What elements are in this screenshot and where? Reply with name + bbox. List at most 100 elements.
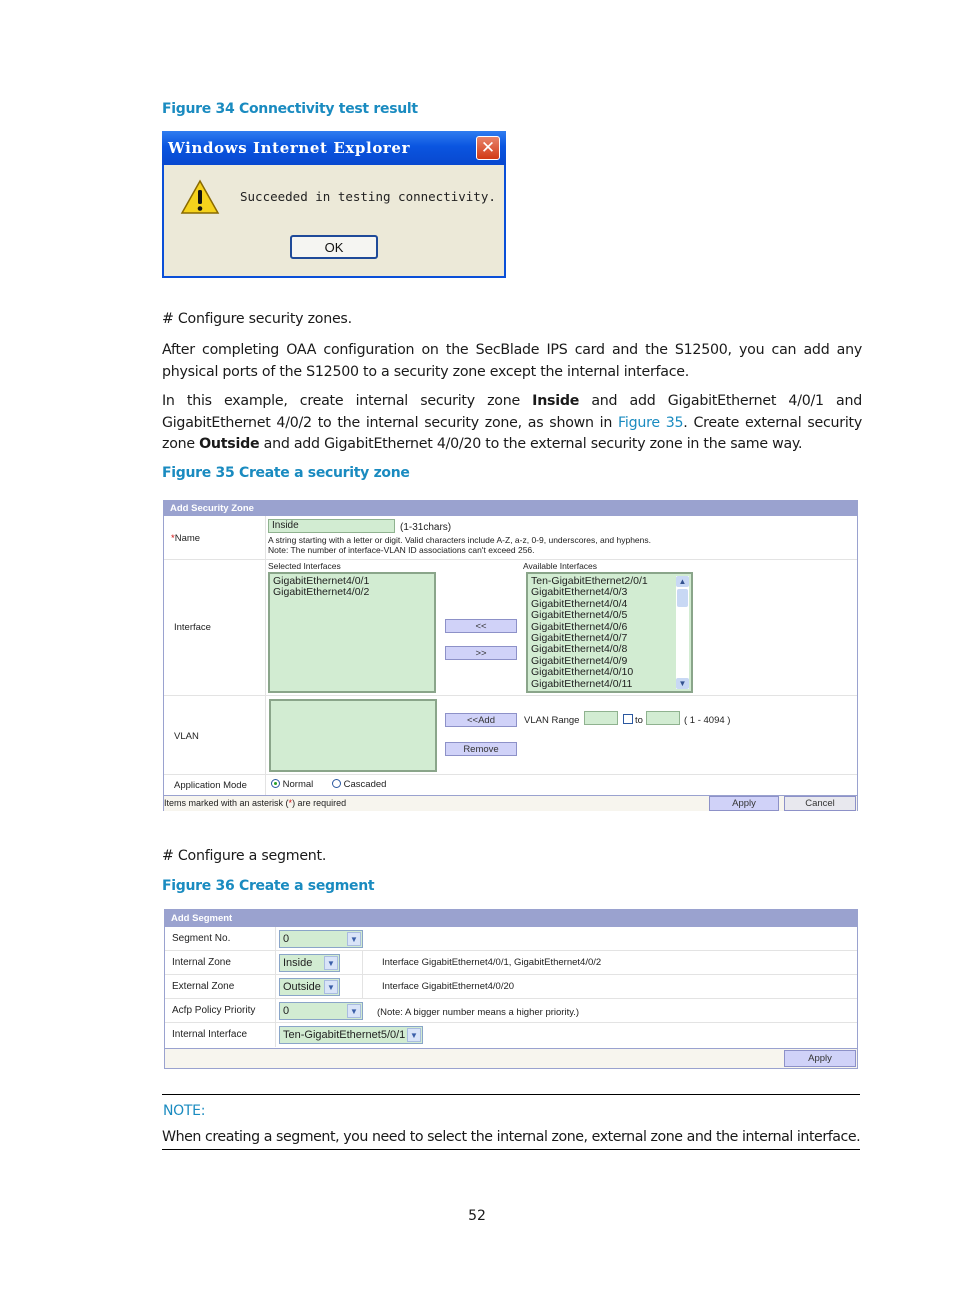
- zone-inside-bold: Inside: [532, 393, 580, 409]
- mode-cascaded-option[interactable]: Cascaded: [332, 779, 386, 790]
- note-text: When creating a segment, you need to sel…: [162, 1129, 861, 1145]
- name-note: Note: The number of interface-VLAN ID as…: [268, 545, 535, 555]
- figure-36-caption: Figure 36 Create a segment: [162, 878, 375, 894]
- text: and add GigabitEthernet 4/0/20 to the ex…: [259, 436, 803, 452]
- vlan-range-from-input[interactable]: [584, 711, 618, 725]
- figure-35-caption: Figure 35 Create a security zone: [162, 465, 410, 481]
- available-list-scrollbar[interactable]: ▲ ▼: [676, 576, 689, 689]
- chevron-down-icon[interactable]: ▼: [324, 956, 338, 970]
- option-label: Normal: [282, 779, 314, 790]
- acfp-priority-row: Acfp Policy Priority 0 ▼ (Note: A bigger…: [165, 999, 857, 1023]
- dialog-message: Succeeded in testing connectivity.: [240, 189, 496, 204]
- apply-button[interactable]: Apply: [784, 1050, 856, 1067]
- segment-no-select[interactable]: 0 ▼: [279, 930, 363, 948]
- select-value: Ten-GigabitEthernet5/0/1: [283, 1029, 406, 1041]
- close-icon[interactable]: ✕: [476, 136, 500, 160]
- vlan-to-label: to: [635, 715, 643, 726]
- list-item[interactable]: GigabitEthernet4/0/10: [531, 666, 673, 678]
- internal-interface-label: Internal Interface: [172, 1029, 248, 1040]
- select-value: 0: [283, 933, 290, 945]
- available-interfaces-list[interactable]: Ten-GigabitEthernet2/0/1 GigabitEthernet…: [526, 572, 693, 693]
- list-item[interactable]: GigabitEthernet4/0/2: [273, 586, 431, 598]
- ok-button[interactable]: OK: [290, 235, 378, 259]
- figure-34-caption: Figure 34 Connectivity test result: [162, 101, 418, 117]
- figure-35-link[interactable]: Figure 35: [618, 415, 684, 431]
- selected-interfaces-list[interactable]: GigabitEthernet4/0/1 GigabitEthernet4/0/…: [268, 572, 436, 693]
- cancel-button[interactable]: Cancel: [784, 796, 856, 811]
- panel-footer: Apply: [165, 1048, 857, 1068]
- note-bottom-rule: [162, 1149, 860, 1150]
- panel-title: Add Security Zone: [164, 501, 857, 516]
- add-segment-panel: Add Segment Segment No. 0 ▼ Internal Zon…: [164, 909, 858, 1069]
- name-input[interactable]: Inside: [268, 519, 395, 533]
- select-value: Inside: [283, 957, 313, 969]
- text: In this example, create internal securit…: [162, 393, 533, 409]
- acfp-priority-label: Acfp Policy Priority: [172, 1005, 256, 1016]
- available-interfaces-header: Available Interfaces: [523, 561, 598, 571]
- label-text: Name: [174, 533, 201, 544]
- select-value: 0: [283, 1005, 290, 1017]
- internal-interface-row: Internal Interface Ten-GigabitEthernet5/…: [165, 1023, 857, 1047]
- apply-button[interactable]: Apply: [709, 796, 779, 811]
- acfp-priority-select[interactable]: 0 ▼: [279, 1002, 363, 1020]
- application-mode-label: Application Mode: [174, 780, 247, 791]
- zone-outside-bold: Outside: [199, 436, 260, 452]
- vlan-row: VLAN <<Add Remove VLAN Range to ( 1 - 40…: [164, 696, 857, 775]
- chevron-down-icon[interactable]: ▼: [407, 1028, 421, 1042]
- vlan-range-hint: ( 1 - 4094 ): [684, 715, 731, 726]
- add-interface-button[interactable]: <<: [445, 619, 517, 633]
- chevron-down-icon[interactable]: ▼: [347, 1004, 361, 1018]
- internal-zone-label: Internal Zone: [172, 957, 231, 968]
- vlan-range-label: VLAN Range: [524, 715, 580, 726]
- interface-row: Interface Selected Interfaces GigabitEth…: [164, 560, 857, 696]
- scroll-up-icon[interactable]: ▲: [676, 576, 689, 587]
- panel-footer: Items marked with an asterisk (*) are re…: [164, 795, 857, 811]
- acfp-priority-note: (Note: A bigger number means a higher pr…: [377, 1007, 580, 1018]
- radio-unselected-icon[interactable]: [332, 779, 341, 788]
- mode-normal-option[interactable]: Normal: [271, 779, 313, 790]
- option-label: Cascaded: [343, 779, 387, 790]
- select-value: Outside: [283, 981, 321, 993]
- application-mode-row: Application Mode Normal Cascaded: [164, 775, 857, 795]
- external-zone-label: External Zone: [172, 981, 235, 992]
- selected-interfaces-header: Selected Interfaces: [268, 561, 341, 571]
- add-vlan-button[interactable]: <<Add: [445, 713, 517, 727]
- page-number: 52: [468, 1208, 486, 1224]
- note-top-rule: [162, 1094, 860, 1095]
- name-description: A string starting with a letter or digit…: [268, 535, 652, 545]
- paragraph-example: In this example, create internal securit…: [162, 391, 862, 456]
- remove-interface-button[interactable]: >>: [445, 646, 517, 660]
- text: ) are required: [292, 798, 347, 808]
- warning-icon: [180, 179, 220, 214]
- external-zone-interfaces: Interface GigabitEthernet4/0/20: [382, 981, 515, 992]
- scroll-thumb[interactable]: [677, 589, 688, 607]
- name-row: *Name Inside (1-31chars) A string starti…: [164, 516, 857, 560]
- internal-zone-select[interactable]: Inside ▼: [279, 954, 340, 972]
- panel-title: Add Segment: [165, 910, 857, 927]
- external-zone-select[interactable]: Outside ▼: [279, 978, 340, 996]
- paragraph-configure-zones: # Configure security zones.: [162, 311, 352, 327]
- ie-alert-dialog: Windows Internet Explorer ✕ Succeeded in…: [162, 131, 506, 278]
- note-title: NOTE:: [163, 1103, 206, 1119]
- remove-vlan-button[interactable]: Remove: [445, 742, 517, 756]
- list-item[interactable]: GigabitEthernet4/0/5: [531, 609, 673, 621]
- chevron-down-icon[interactable]: ▼: [347, 932, 361, 946]
- interface-label: Interface: [174, 622, 211, 633]
- vlan-list[interactable]: [269, 699, 437, 772]
- vlan-range-to-input[interactable]: [646, 711, 680, 725]
- scroll-down-icon[interactable]: ▼: [676, 678, 689, 689]
- internal-zone-interfaces: Interface GigabitEthernet4/0/1, GigabitE…: [382, 957, 602, 968]
- internal-interface-select[interactable]: Ten-GigabitEthernet5/0/1 ▼: [279, 1026, 423, 1044]
- name-label: *Name: [171, 533, 200, 544]
- chevron-down-icon[interactable]: ▼: [324, 980, 338, 994]
- add-security-zone-panel: Add Security Zone *Name Inside (1-31char…: [163, 500, 858, 811]
- segment-no-label: Segment No.: [172, 933, 231, 944]
- radio-selected-icon[interactable]: [271, 779, 280, 788]
- dialog-title: Windows Internet Explorer: [168, 139, 411, 157]
- vlan-range-checkbox[interactable]: [623, 714, 633, 724]
- external-zone-row: External Zone Outside ▼ Interface Gigabi…: [165, 975, 857, 999]
- required-note: Items marked with an asterisk (*) are re…: [164, 798, 346, 808]
- name-length-hint: (1-31chars): [400, 522, 452, 533]
- text: Items marked with an asterisk (: [164, 798, 289, 808]
- list-item[interactable]: GigabitEthernet4/0/11: [531, 678, 673, 690]
